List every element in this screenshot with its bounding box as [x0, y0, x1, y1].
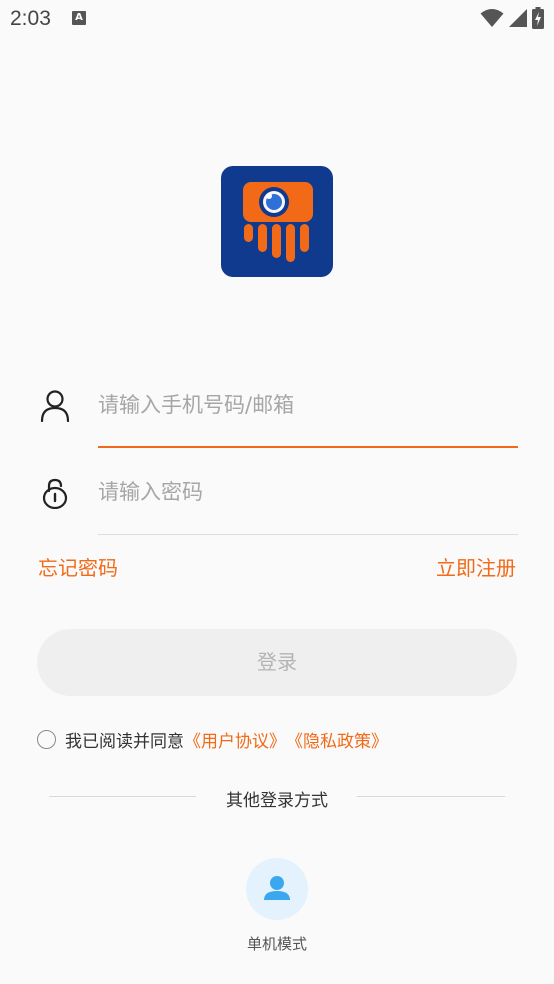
user-icon [40, 390, 70, 422]
login-button[interactable]: 登录 [37, 629, 517, 696]
status-icons [480, 7, 544, 29]
other-login-title: 其他登录方式 [226, 791, 328, 811]
account-input[interactable] [98, 380, 514, 430]
single-mode-button[interactable] [246, 858, 308, 920]
divider-right [357, 796, 505, 797]
agreement-text: 我已阅读并同意 [65, 731, 184, 752]
register-link[interactable]: 立即注册 [436, 552, 516, 581]
wifi-icon [480, 9, 504, 27]
password-underline [98, 534, 518, 535]
notification-a-icon: A [72, 11, 86, 25]
password-field [36, 453, 518, 535]
app-logo [221, 166, 333, 277]
password-input[interactable] [98, 467, 514, 517]
status-time: 2:03 [10, 7, 51, 30]
single-mode-label: 单机模式 [246, 935, 307, 953]
battery-charging-icon [532, 7, 544, 29]
camera-app-logo-icon [243, 182, 313, 262]
privacy-policy-link[interactable]: 《隐私政策》 [286, 727, 388, 752]
account-field [36, 366, 518, 448]
person-icon [264, 876, 290, 900]
agreement-checkbox[interactable] [37, 729, 56, 749]
account-underline [98, 446, 518, 448]
forgot-password-link[interactable]: 忘记密码 [38, 552, 118, 581]
lock-icon [42, 478, 68, 509]
user-agreement-link[interactable]: 《用户协议》 [184, 727, 286, 752]
agreement-row: 我已阅读并同意 《用户协议》 《隐私政策》 [37, 727, 388, 752]
status-bar: 2:03 A [0, 0, 554, 38]
signal-icon [509, 9, 527, 27]
